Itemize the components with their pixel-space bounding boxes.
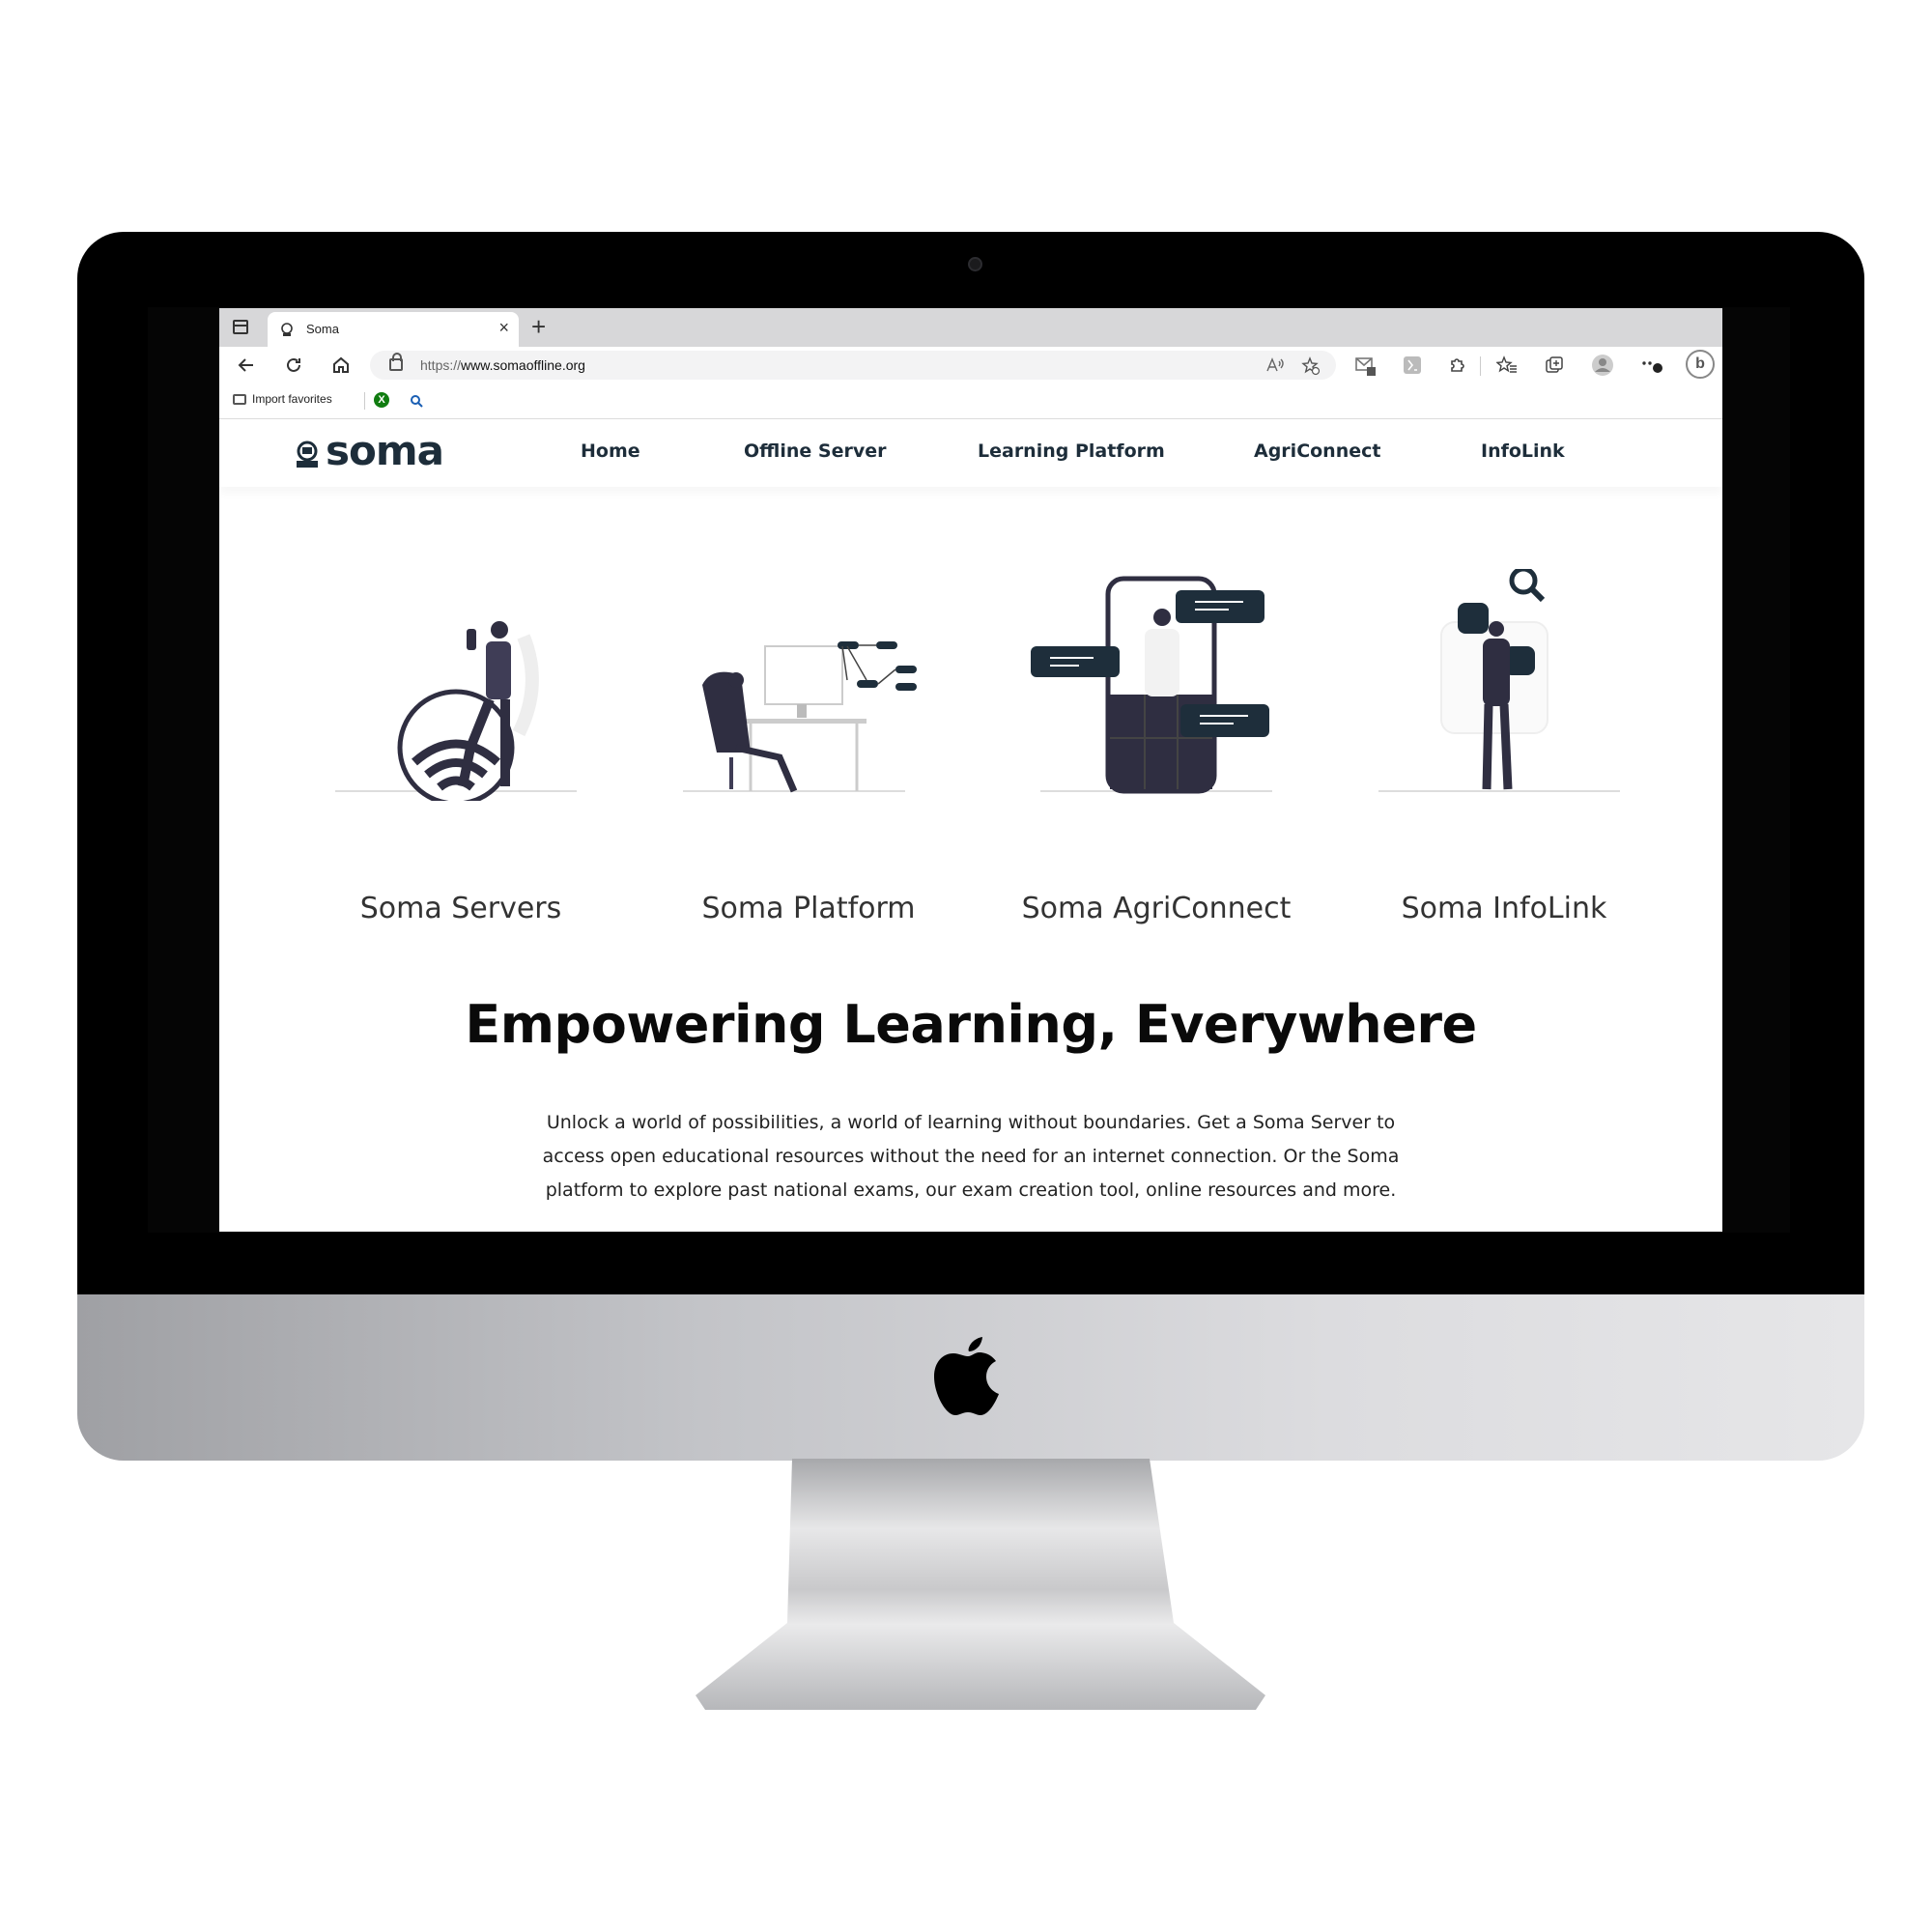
- favorites-icon[interactable]: [1496, 355, 1518, 375]
- xbox-icon[interactable]: X: [374, 392, 389, 408]
- bing-icon[interactable]: b: [1686, 350, 1715, 379]
- refresh-icon[interactable]: [284, 355, 303, 375]
- browser-toolbar: https://www.somaoffline.org b: [219, 347, 1722, 384]
- folder-icon: [233, 394, 246, 405]
- soma-favicon: [281, 323, 293, 336]
- favorites-divider: [364, 392, 365, 410]
- logo-text: soma: [326, 427, 444, 474]
- toolbar-divider: [1480, 356, 1481, 376]
- nav-agriconnect[interactable]: AgriConnect: [1254, 440, 1380, 462]
- url-text[interactable]: https://www.somaoffline.org: [420, 357, 585, 373]
- collections-icon[interactable]: [1545, 355, 1564, 375]
- camera: [968, 257, 982, 271]
- read-aloud-icon[interactable]: [1266, 357, 1284, 373]
- agriconnect-illustration: [1031, 576, 1272, 794]
- extension-icon[interactable]: [1403, 355, 1422, 375]
- card-title: Soma Platform: [701, 892, 916, 925]
- nav-infolink[interactable]: InfoLink: [1481, 440, 1565, 462]
- card-title: Soma InfoLink: [1401, 892, 1607, 925]
- nav-learning-platform[interactable]: Learning Platform: [978, 440, 1165, 462]
- soma-logo-icon: [297, 440, 318, 468]
- nav-offline-server[interactable]: Offline Server: [744, 440, 886, 462]
- import-favorites-label: Import favorites: [252, 392, 332, 406]
- url-host: www.somaoffline.org: [461, 357, 585, 373]
- add-favorite-icon[interactable]: [1301, 356, 1321, 376]
- home-icon[interactable]: [331, 355, 351, 375]
- hero-description: Unlock a world of possibilities, a world…: [542, 1112, 1400, 1201]
- browser-window: Soma × + https://www.somaoffline.org b I…: [219, 308, 1722, 1232]
- back-icon[interactable]: [237, 355, 256, 375]
- apple-logo-icon: [934, 1337, 999, 1415]
- new-tab-button[interactable]: +: [531, 313, 546, 340]
- platform-illustration: [683, 641, 917, 793]
- tab-title: Soma: [306, 322, 339, 336]
- import-favorites-link[interactable]: Import favorites: [233, 392, 332, 406]
- site-header: soma Home Offline Server Learning Platfo…: [219, 419, 1722, 487]
- mail-extension-icon[interactable]: [1355, 355, 1377, 377]
- hero-title: Empowering Learning, Everywhere: [465, 994, 1477, 1055]
- puzzle-icon[interactable]: [1448, 355, 1467, 375]
- close-icon[interactable]: ×: [498, 318, 509, 338]
- servers-illustration: [335, 621, 577, 801]
- card-title: Soma Servers: [359, 892, 562, 925]
- tab-soma[interactable]: Soma ×: [268, 312, 519, 347]
- monitor-stand: [696, 1459, 1265, 1710]
- tab-actions-icon[interactable]: [233, 320, 248, 334]
- profile-icon[interactable]: [1591, 354, 1614, 377]
- favorites-bar: Import favorites X: [219, 384, 1722, 419]
- nav-home[interactable]: Home: [581, 440, 640, 462]
- infolink-illustration: [1378, 569, 1620, 792]
- lock-icon[interactable]: [389, 353, 403, 371]
- search-icon[interactable]: [410, 394, 423, 408]
- address-bar[interactable]: https://www.somaoffline.org: [370, 351, 1336, 380]
- more-icon[interactable]: [1641, 358, 1664, 374]
- url-protocol: https://: [420, 357, 462, 373]
- card-title: Soma AgriConnect: [1021, 892, 1292, 925]
- tab-bar: Soma × +: [219, 308, 1722, 347]
